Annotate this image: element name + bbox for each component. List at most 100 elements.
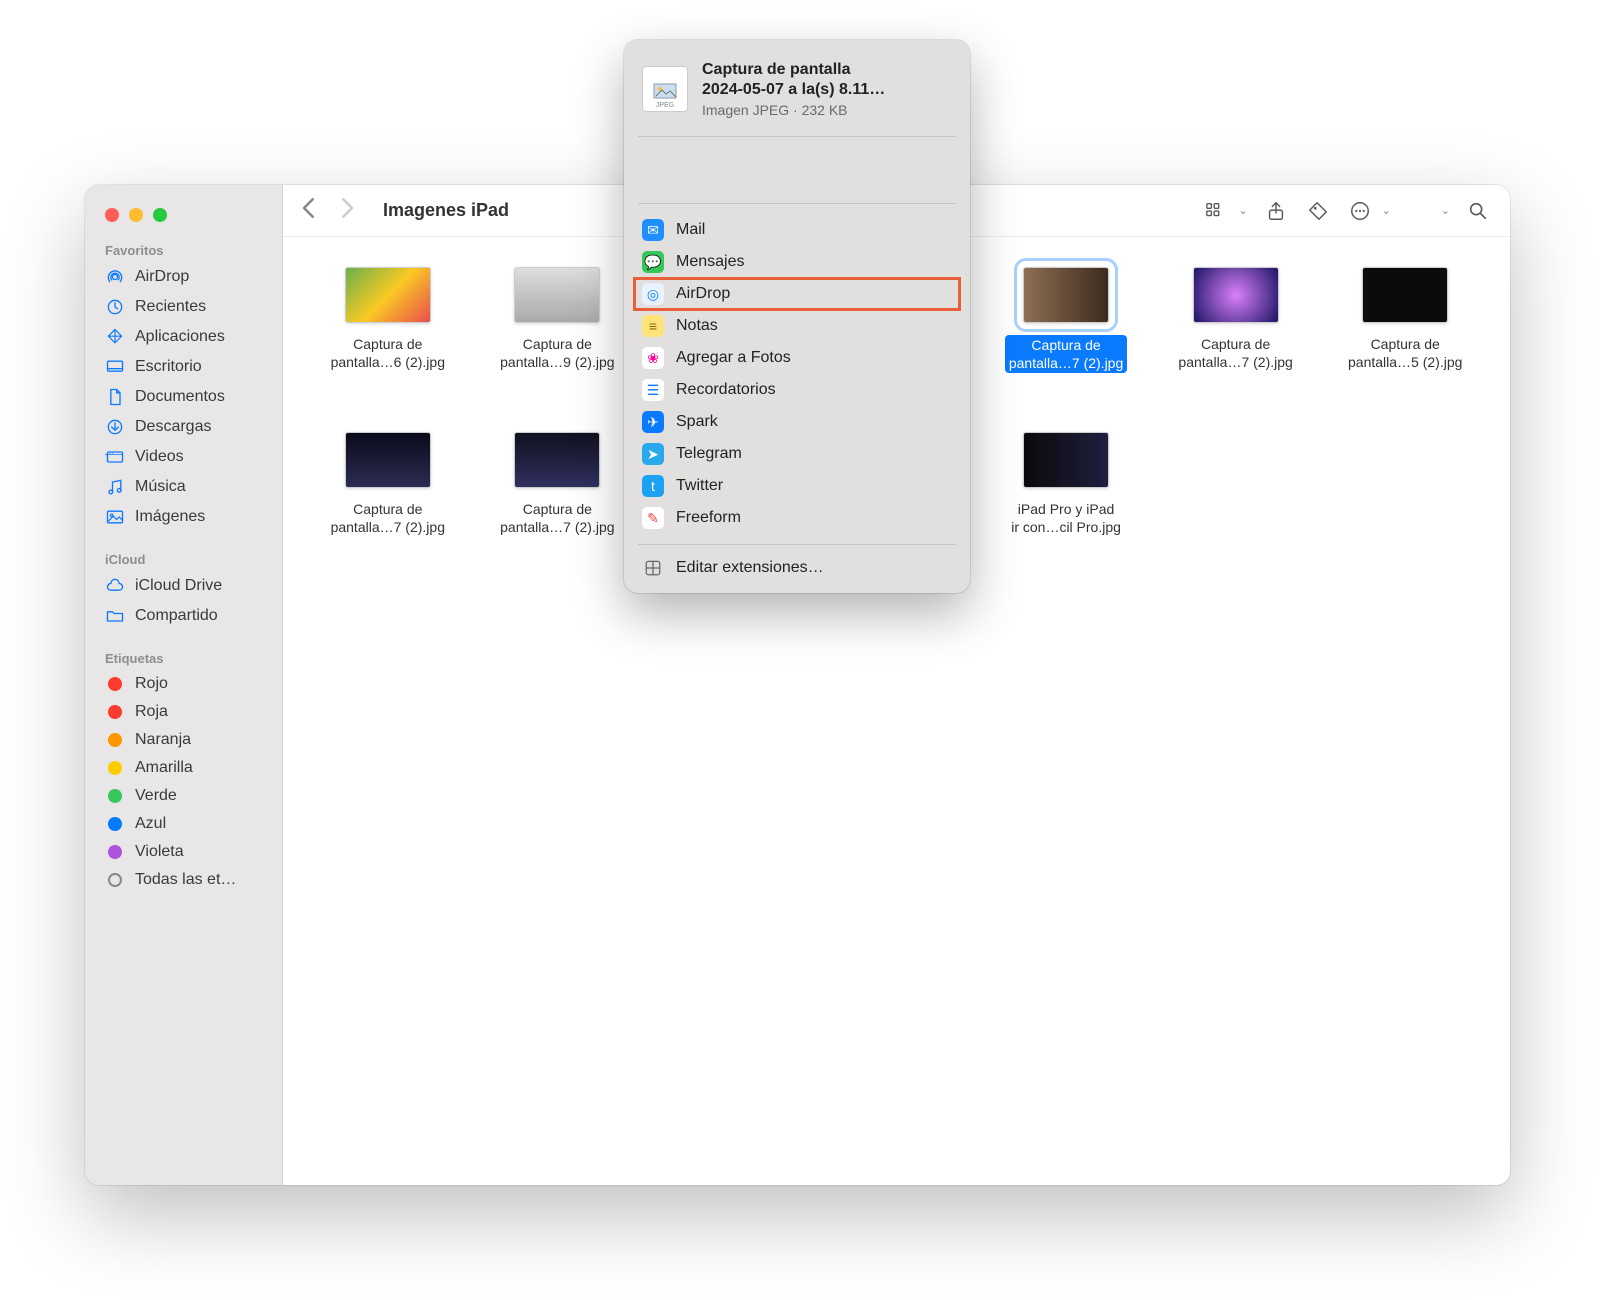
sidebar-item-icloud-drive[interactable]: iCloud Drive xyxy=(85,571,282,601)
view-options-button[interactable] xyxy=(1202,197,1230,225)
sidebar-item-documentos[interactable]: Documentos xyxy=(85,382,282,412)
chevron-down-icon[interactable]: ⌄ xyxy=(1441,204,1450,217)
share-header: JPEG Captura de pantalla 2024-05-07 a la… xyxy=(624,54,970,132)
file-item[interactable]: Captura de pantalla…9 (2).jpg xyxy=(473,267,643,432)
sidebar-item-airdrop[interactable]: AirDrop xyxy=(85,262,282,292)
share-thumb-badge: JPEG xyxy=(656,102,674,109)
file-thumb xyxy=(1023,432,1109,488)
file-label: Captura de pantalla…7 (2).jpg xyxy=(331,500,445,536)
sidebar-tag-violeta[interactable]: Violeta xyxy=(85,838,282,866)
airdrop-icon xyxy=(105,267,125,287)
tag-dot-icon xyxy=(108,705,122,719)
share-file-subtitle: Imagen JPEG · 232 KB xyxy=(702,102,885,118)
edit-extensions-button[interactable]: Editar extensiones… xyxy=(624,549,970,583)
file-label: Captura de pantalla…7 (2).jpg xyxy=(1178,335,1292,371)
edit-extensions-label: Editar extensiones… xyxy=(676,559,824,577)
share-item-mensajes[interactable]: 💬Mensajes xyxy=(634,246,960,278)
sidebar-tag-azul[interactable]: Azul xyxy=(85,810,282,838)
edit-extensions-icon xyxy=(642,557,664,579)
file-item[interactable]: Captura de pantalla…7 (2).jpg xyxy=(473,432,643,597)
sidebar-tag-rojo[interactable]: Rojo xyxy=(85,670,282,698)
share-item-label: Mail xyxy=(676,221,705,239)
nav-arrows xyxy=(301,198,355,224)
share-recents-area xyxy=(624,141,970,199)
share-item-label: Spark xyxy=(676,413,718,431)
share-item-agregar-a-fotos[interactable]: ❀Agregar a Fotos xyxy=(634,342,960,374)
sidebar-tag-amarilla[interactable]: Amarilla xyxy=(85,754,282,782)
tag-dot-icon xyxy=(108,789,122,803)
sidebar-tag-naranja[interactable]: Naranja xyxy=(85,726,282,754)
share-app-list: ✉Mail💬Mensajes◎AirDrop≡Notas❀Agregar a F… xyxy=(624,208,970,540)
desktop-icon xyxy=(105,357,125,377)
chevron-down-icon: ⌄ xyxy=(1238,204,1247,217)
telegram-icon: ➤ xyxy=(642,443,664,465)
apps-icon xyxy=(105,327,125,347)
sidebar-tag-verde[interactable]: Verde xyxy=(85,782,282,810)
close-window-button[interactable] xyxy=(105,208,119,222)
share-item-label: Twitter xyxy=(676,477,723,495)
sidebar-section-tags: Etiquetas xyxy=(85,645,282,670)
file-item[interactable]: Captura de pantalla…7 (2).jpg xyxy=(303,432,473,597)
sidebar-tag-all[interactable]: Todas las et… xyxy=(85,866,282,894)
sidebar-section-icloud: iCloud xyxy=(85,546,282,571)
file-thumb xyxy=(1193,267,1279,323)
sidebar-item-label: Compartido xyxy=(135,607,218,625)
fullscreen-window-button[interactable] xyxy=(153,208,167,222)
share-item-notas[interactable]: ≡Notas xyxy=(634,310,960,342)
share-item-recordatorios[interactable]: ☰Recordatorios xyxy=(634,374,960,406)
sidebar-item-label: Música xyxy=(135,478,186,496)
share-item-label: Freeform xyxy=(676,509,741,527)
file-item[interactable]: Captura de pantalla…6 (2).jpg xyxy=(303,267,473,432)
file-thumb xyxy=(514,267,600,323)
tag-dot-icon xyxy=(108,761,122,775)
minimize-window-button[interactable] xyxy=(129,208,143,222)
sidebar-item-descargas[interactable]: Descargas xyxy=(85,412,282,442)
tag-dot-icon xyxy=(108,845,122,859)
share-item-twitter[interactable]: tTwitter xyxy=(634,470,960,502)
file-item[interactable]: Captura de pantalla…7 (2).jpg xyxy=(1151,267,1321,432)
file-item[interactable]: Captura de pantalla…7 (2).jpg xyxy=(981,267,1151,432)
tag-button[interactable] xyxy=(1304,197,1332,225)
file-label: iPad Pro y iPad ir con…cil Pro.jpg xyxy=(1011,500,1121,536)
sidebar-item-escritorio[interactable]: Escritorio xyxy=(85,352,282,382)
search-button[interactable] xyxy=(1464,197,1492,225)
sidebar-item-im-genes[interactable]: Imágenes xyxy=(85,502,282,532)
share-button[interactable] xyxy=(1262,197,1290,225)
mensajes-icon: 💬 xyxy=(642,251,664,273)
share-sheet: JPEG Captura de pantalla 2024-05-07 a la… xyxy=(624,40,970,593)
more-button[interactable] xyxy=(1346,197,1374,225)
share-item-airdrop[interactable]: ◎AirDrop xyxy=(634,278,960,310)
sidebar: Favoritos AirDrop Recientes AplicacionesEs… xyxy=(85,185,283,1185)
sidebar-item-recientes[interactable]: Recientes xyxy=(85,292,282,322)
spark-icon: ✈ xyxy=(642,411,664,433)
file-label: Captura de pantalla…6 (2).jpg xyxy=(331,335,445,371)
sidebar-item-videos[interactable]: Videos xyxy=(85,442,282,472)
sidebar-item-m-sica[interactable]: Música xyxy=(85,472,282,502)
file-thumb xyxy=(345,432,431,488)
sidebar-tag-roja[interactable]: Roja xyxy=(85,698,282,726)
forward-button[interactable] xyxy=(339,198,355,224)
back-button[interactable] xyxy=(301,198,317,224)
sidebar-item-aplicaciones[interactable]: Aplicaciones xyxy=(85,322,282,352)
file-label: Captura de pantalla…7 (2).jpg xyxy=(1005,335,1127,373)
file-item[interactable]: Captura de pantalla…5 (2).jpg xyxy=(1320,267,1490,432)
sidebar-item-label: iCloud Drive xyxy=(135,577,222,595)
share-item-label: Notas xyxy=(676,317,718,335)
chevron-down-icon: ⌄ xyxy=(1382,204,1391,217)
sidebar-section-favorites: Favoritos xyxy=(85,237,282,262)
sidebar-item-compartido[interactable]: Compartido xyxy=(85,601,282,631)
folder-title: Imagenes iPad xyxy=(383,200,509,221)
download-icon xyxy=(105,417,125,437)
share-item-spark[interactable]: ✈ Spark xyxy=(634,406,960,438)
share-file-title: Captura de pantalla 2024-05-07 a la(s) 8… xyxy=(702,60,885,100)
share-item-label: Recordatorios xyxy=(676,381,776,399)
share-item-mail[interactable]: ✉Mail xyxy=(634,214,960,246)
sidebar-item-label: Recientes xyxy=(135,298,206,316)
folder-shared-icon xyxy=(105,606,125,626)
file-item[interactable]: iPad Pro y iPad ir con…cil Pro.jpg xyxy=(981,432,1151,597)
file-thumb xyxy=(1023,267,1109,323)
file-label: Captura de pantalla…7 (2).jpg xyxy=(500,500,614,536)
music-icon xyxy=(105,477,125,497)
share-item-freeform[interactable]: ✎Freeform xyxy=(634,502,960,534)
share-item-telegram[interactable]: ➤Telegram xyxy=(634,438,960,470)
